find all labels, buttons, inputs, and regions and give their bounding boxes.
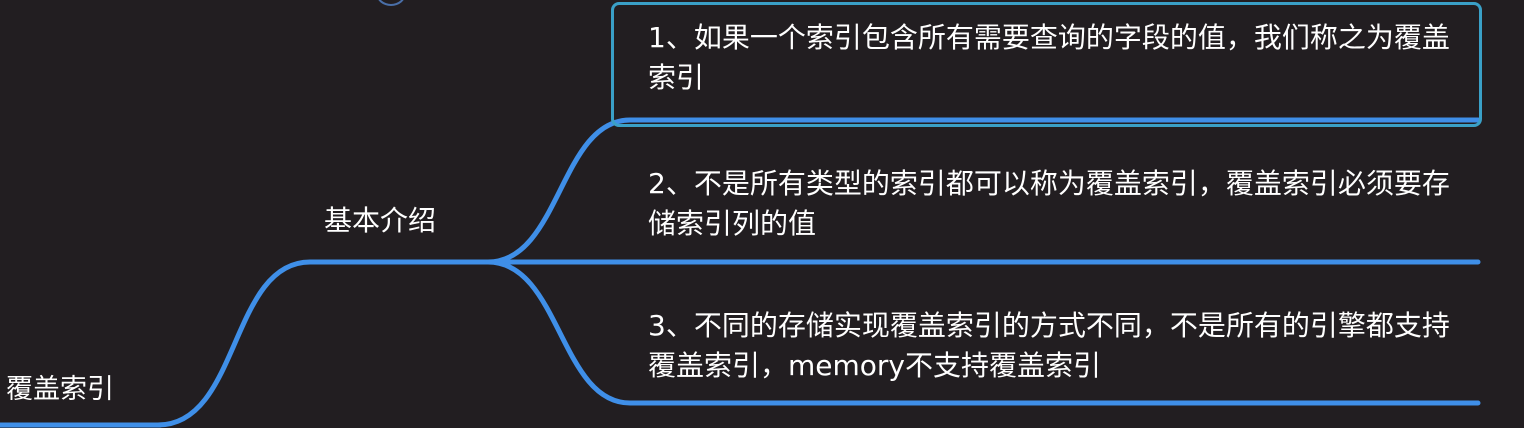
mindmap-canvas: 覆盖索引 基本介绍 1、如果一个索引包含所有需要查询的字段的值，我们称之为覆盖索… [0, 0, 1524, 428]
leaf-node-label: 2、不是所有类型的索引都可以称为覆盖索引，覆盖索引必须要存储索引列的值 [648, 167, 1450, 240]
leaf-node-1[interactable]: 1、如果一个索引包含所有需要查询的字段的值，我们称之为覆盖索引 [648, 18, 1468, 98]
branch-node-basic-intro[interactable]: 基本介绍 [324, 202, 436, 240]
leaf-node-label: 3、不同的存储实现覆盖索引的方式不同，不是所有的引擎都支持覆盖索引，memory… [648, 309, 1450, 382]
root-node[interactable]: 覆盖索引 [6, 372, 114, 408]
root-to-branch-connector [155, 259, 493, 428]
branch-node-label: 基本介绍 [324, 204, 437, 237]
leaf-node-3[interactable]: 3、不同的存储实现覆盖索引的方式不同，不是所有的引擎都支持覆盖索引，memory… [648, 306, 1468, 386]
leaf-node-label: 1、如果一个索引包含所有需要查询的字段的值，我们称之为覆盖索引 [648, 21, 1450, 94]
root-node-label: 覆盖索引 [6, 374, 114, 405]
leaf-node-2[interactable]: 2、不是所有类型的索引都可以称为覆盖索引，覆盖索引必须要存储索引列的值 [648, 164, 1468, 244]
